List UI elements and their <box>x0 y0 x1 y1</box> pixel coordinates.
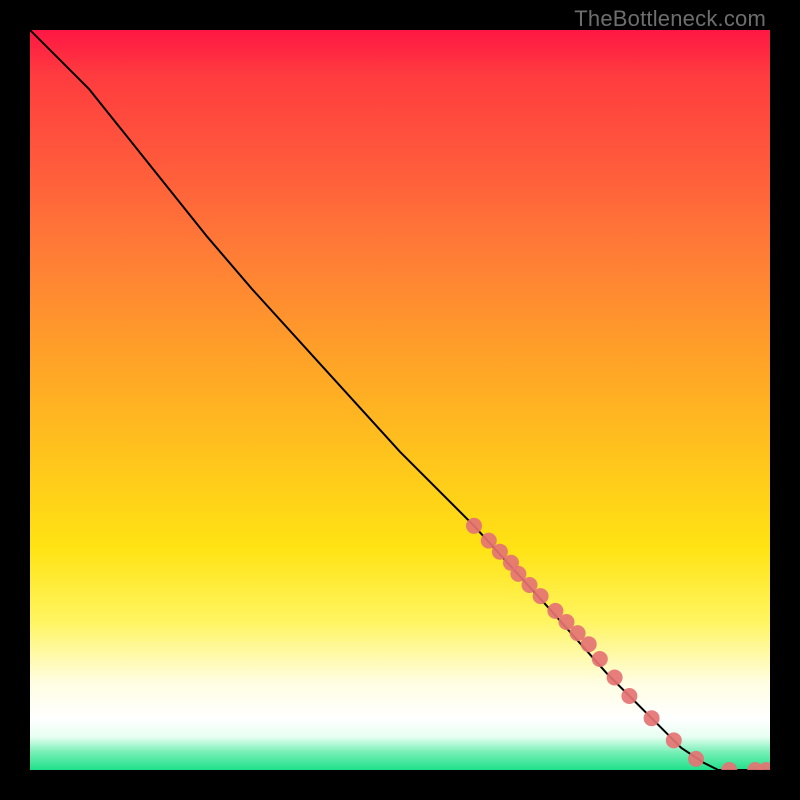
scatter-points <box>466 518 770 770</box>
plot-area <box>30 30 770 770</box>
chart-svg <box>30 30 770 770</box>
curve-line <box>30 30 770 770</box>
chart-frame: TheBottleneck.com <box>0 0 800 800</box>
watermark-label: TheBottleneck.com <box>574 6 766 32</box>
